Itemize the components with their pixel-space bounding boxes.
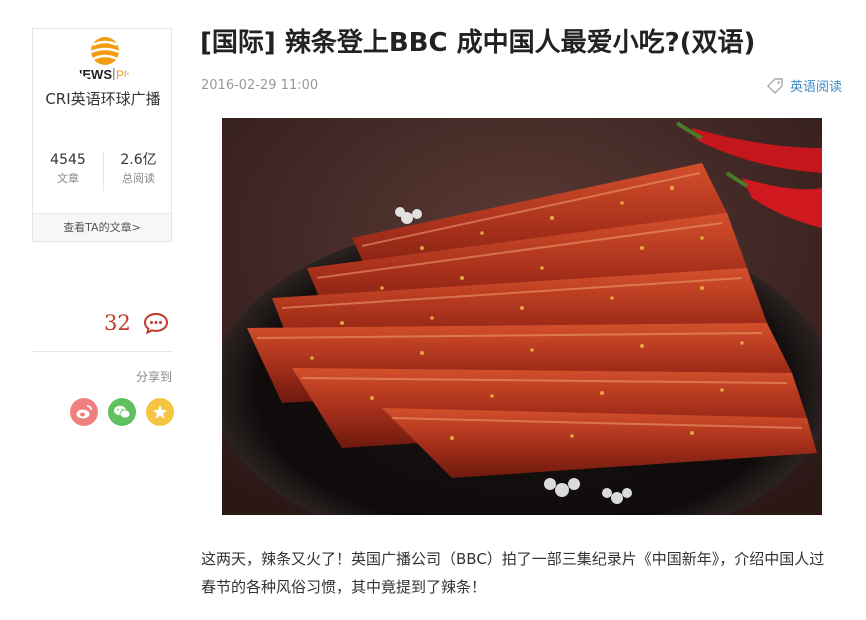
author-name[interactable]: CRI英语环球广播 — [33, 89, 173, 110]
weibo-icon[interactable] — [70, 398, 98, 426]
view-author-articles-link[interactable]: 查看TA的文章> — [33, 213, 171, 241]
newsplus-logo-icon: NEWS Plus — [73, 37, 139, 82]
latiao-photo — [222, 118, 822, 515]
comment-count: 32 — [104, 311, 131, 335]
qzone-icon[interactable] — [146, 398, 174, 426]
english-reading-button[interactable]: 英语阅读 — [766, 76, 842, 95]
qzone-star-glyph — [153, 405, 167, 419]
article-date: 2016-02-29 11:00 — [201, 78, 319, 93]
tag-icon — [766, 77, 783, 94]
comment-button[interactable]: 32 — [104, 311, 169, 335]
author-card: NEWS Plus CRI英语环球广播 4545 文章 2.6亿 总阅读 查看T… — [32, 28, 172, 242]
article-title: [国际] 辣条登上BBC 成中国人最爱小吃?(双语) — [200, 28, 756, 58]
article-paragraph: 这两天，辣条又火了！英国广播公司（BBC）拍了一部三集纪录片《中国新年》，介绍中… — [201, 550, 825, 596]
stat-reads: 2.6亿 总阅读 — [103, 151, 173, 191]
logo-text-plus: Plus — [116, 68, 139, 82]
weibo-glyph — [76, 405, 92, 419]
stat-articles-label: 文章 — [57, 172, 79, 185]
article-hero-image — [222, 118, 822, 515]
sidebar-divider — [32, 351, 172, 352]
wechat-glyph — [114, 405, 131, 419]
author-stats: 4545 文章 2.6亿 总阅读 — [33, 151, 173, 191]
stat-reads-label: 总阅读 — [122, 172, 155, 185]
english-reading-label: 英语阅读 — [789, 80, 842, 95]
stat-articles: 4545 文章 — [33, 151, 103, 191]
share-label: 分享到 — [135, 370, 172, 384]
wechat-icon[interactable] — [108, 398, 136, 426]
logo-text-main: NEWS — [73, 67, 112, 82]
avatar[interactable]: NEWS Plus — [69, 29, 141, 83]
share-icons — [70, 398, 174, 426]
stat-reads-value: 2.6亿 — [120, 152, 157, 168]
stat-articles-value: 4545 — [50, 152, 86, 168]
comment-bubble-icon — [143, 312, 168, 334]
